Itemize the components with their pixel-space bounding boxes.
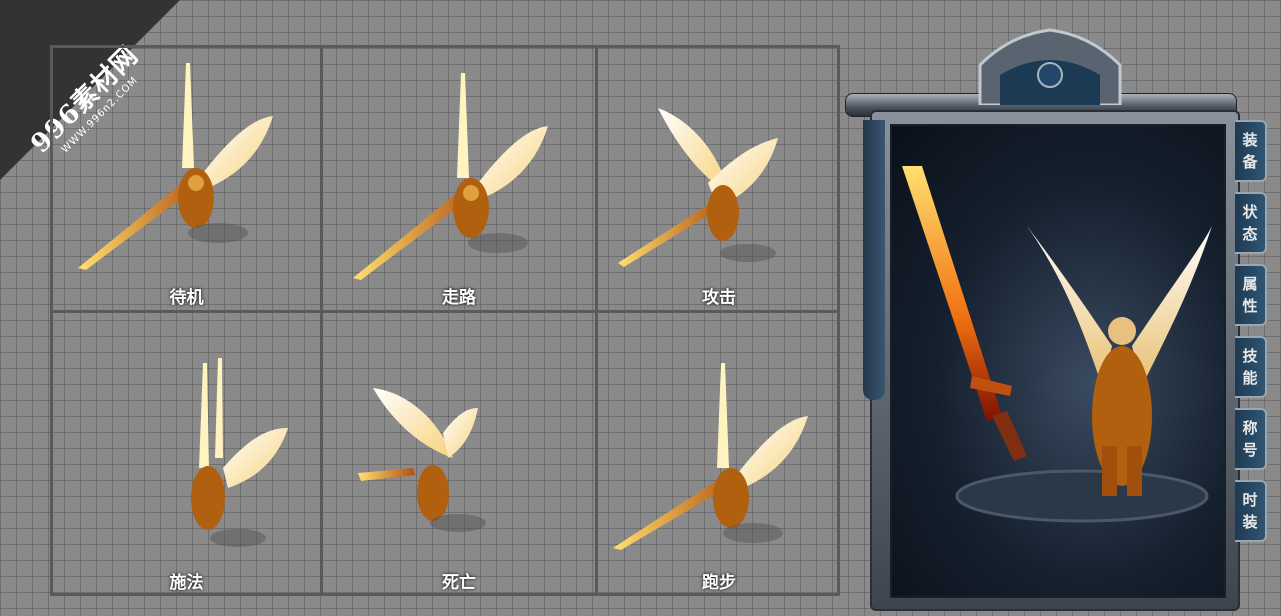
action-label-run: 跑步 <box>702 573 736 593</box>
action-cell-run[interactable]: 跑步 <box>598 313 840 596</box>
panel-tabs: 装备 状态 属性 技能 称号 时装 <box>1235 120 1275 552</box>
character-scene <box>890 124 1226 598</box>
tab-skills[interactable]: 技能 <box>1235 336 1267 398</box>
action-label-idle: 待机 <box>169 288 204 308</box>
character-artwork <box>902 166 1212 523</box>
action-cell-idle[interactable]: 待机 <box>53 48 323 313</box>
action-cell-attack[interactable]: 攻击 <box>598 48 840 313</box>
action-cell-walk[interactable]: 走路 <box>323 48 598 313</box>
action-label-death: 死亡 <box>442 573 476 593</box>
portrait-frame <box>870 110 1240 611</box>
crest-ornament-icon <box>978 28 1122 105</box>
action-label-walk: 走路 <box>442 288 476 308</box>
winged-knight-sprite <box>353 73 548 280</box>
winged-knight-sprite <box>618 108 778 267</box>
winged-knight-sprite <box>358 388 486 532</box>
action-label-cast: 施法 <box>169 573 204 593</box>
winged-knight-sprite <box>191 358 288 547</box>
action-label-attack: 攻击 <box>702 288 736 308</box>
tab-fashion[interactable]: 时装 <box>1235 480 1267 542</box>
side-banner <box>863 120 885 400</box>
winged-knight-sprite <box>613 363 808 550</box>
tab-attributes[interactable]: 属性 <box>1235 264 1267 326</box>
character-panel: 装备 状态 属性 技能 称号 时装 <box>845 25 1275 611</box>
tab-equipment[interactable]: 装备 <box>1235 120 1267 182</box>
tab-titles[interactable]: 称号 <box>1235 408 1267 470</box>
flaming-sword-icon <box>902 166 1027 461</box>
action-cell-death[interactable]: 死亡 <box>323 313 598 596</box>
winged-knight-sprite <box>78 63 273 270</box>
action-cell-cast[interactable]: 施法 <box>53 313 323 596</box>
action-grid: 待机 走路 攻击 施法 死亡 跑步 <box>50 45 840 596</box>
tab-status[interactable]: 状态 <box>1235 192 1267 254</box>
